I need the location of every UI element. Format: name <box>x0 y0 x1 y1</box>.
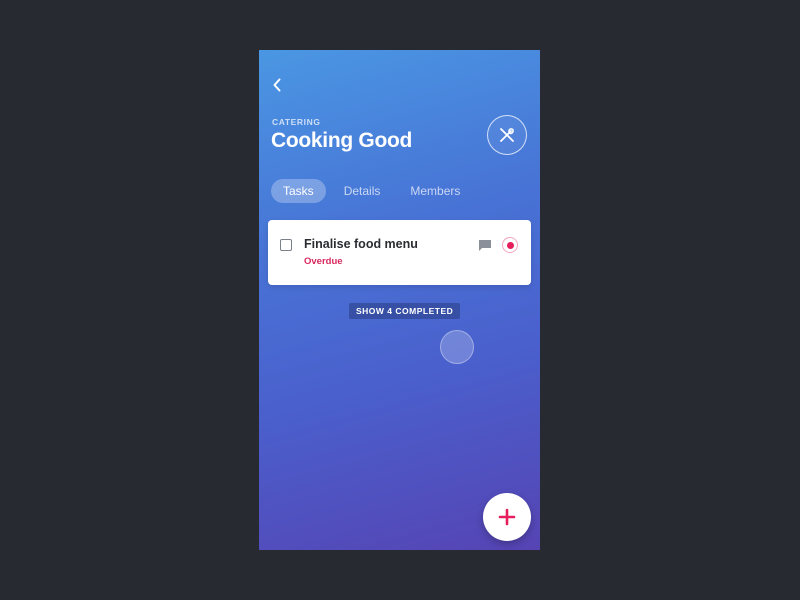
show-completed-button[interactable]: SHOW 4 COMPLETED <box>349 303 461 319</box>
tab-tasks[interactable]: Tasks <box>271 179 326 203</box>
back-button[interactable] <box>267 74 287 96</box>
touch-indicator <box>440 330 474 364</box>
plus-icon <box>498 508 516 526</box>
task-card[interactable]: Finalise food menu Overdue <box>268 220 531 285</box>
category-icon-button[interactable] <box>487 115 527 155</box>
task-status-badge: Overdue <box>304 256 343 267</box>
tab-bar: Tasks Details Members <box>271 179 472 203</box>
task-checkbox[interactable] <box>280 239 292 251</box>
task-title: Finalise food menu <box>304 237 418 251</box>
tab-members[interactable]: Members <box>398 179 472 203</box>
priority-indicator-icon <box>502 237 518 253</box>
utensils-icon <box>500 128 514 142</box>
page-title: Cooking Good <box>271 129 413 152</box>
app-screen: CATERING Cooking Good Tasks Details Memb… <box>259 50 540 550</box>
chevron-left-icon <box>273 78 281 92</box>
add-task-button[interactable] <box>483 493 531 541</box>
tab-details[interactable]: Details <box>332 179 393 203</box>
project-category: CATERING <box>272 117 321 127</box>
comment-icon[interactable] <box>478 239 492 252</box>
